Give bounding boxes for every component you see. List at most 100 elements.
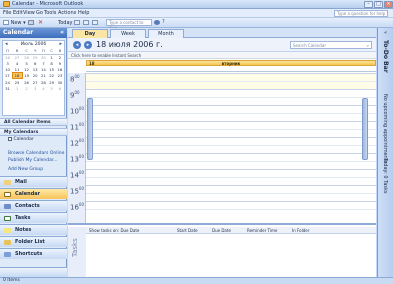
time-slot[interactable] — [86, 121, 376, 129]
mini-calendar-day[interactable]: 5 — [48, 85, 56, 91]
task-col-show-on[interactable]: Show tasks on: Due Date — [89, 228, 139, 233]
task-col-in-folder[interactable]: In Folder — [292, 228, 309, 233]
nav-notes-button[interactable]: Notes — [0, 224, 67, 235]
time-slot[interactable] — [86, 161, 376, 169]
find-contact-input[interactable]: Type a contact to find — [106, 19, 152, 31]
hour-minutes: 00 — [78, 170, 85, 175]
all-day-event-strip[interactable] — [86, 67, 376, 72]
maximize-button[interactable]: □ — [374, 1, 383, 8]
task-col-start-date[interactable]: Start Date — [177, 228, 198, 233]
collapse-chevron-icon[interactable]: « — [60, 28, 64, 38]
time-slot[interactable] — [86, 193, 376, 201]
mini-calendar-day[interactable]: 6 — [56, 85, 64, 91]
day-header-bar[interactable]: 18 вторник — [86, 60, 376, 66]
time-slot[interactable] — [86, 169, 376, 177]
mini-calendar-header: ◂ Июль 2006 ▸ — [3, 41, 64, 48]
help-search-input[interactable]: Type a question for help — [334, 10, 388, 17]
nav-tasks-label: Tasks — [15, 215, 31, 221]
window-title: Calendar - Microsoft Outlook — [12, 1, 84, 7]
to-do-bar-title[interactable]: To-Do Bar — [382, 40, 389, 73]
time-slot[interactable] — [86, 81, 376, 89]
add-new-group-link[interactable]: Add New Group — [0, 166, 67, 173]
forward-arrow-icon[interactable]: ▸ — [84, 41, 92, 49]
menu-file[interactable]: File — [3, 10, 11, 16]
daily-task-list: Tasks Show tasks on: Due Date Start Date… — [68, 223, 376, 279]
prev-month-arrow-icon[interactable]: ◂ — [5, 41, 8, 48]
day-header: 18 вторник — [86, 59, 376, 73]
tab-day[interactable]: Day — [72, 29, 108, 38]
delete-button[interactable]: ✕ — [38, 19, 44, 27]
calendar-month-icon — [92, 20, 98, 25]
task-col-reminder-time[interactable]: Reminder Time — [247, 228, 277, 233]
tab-week[interactable]: Week — [110, 29, 146, 38]
time-slot[interactable] — [86, 89, 376, 97]
mini-calendar-day[interactable]: 3 — [31, 85, 39, 91]
all-calendar-items-dropdown[interactable]: All Calendar Items — [0, 118, 67, 126]
to-do-bar-expand-icon[interactable]: « — [384, 30, 387, 36]
nav-tasks-button[interactable]: Tasks — [0, 212, 67, 223]
browse-calendars-link[interactable]: Browse Calendars Online — [0, 150, 67, 157]
menu-go[interactable]: Go — [36, 10, 43, 16]
time-slot[interactable] — [86, 145, 376, 153]
menu-view[interactable]: View — [23, 10, 35, 16]
new-button[interactable]: New ▾ — [3, 19, 26, 27]
month-view-button[interactable] — [92, 19, 98, 27]
hour-minutes: 00 — [78, 186, 85, 191]
time-slot[interactable] — [86, 73, 376, 81]
help-button[interactable]: ? — [162, 19, 168, 27]
time-slot[interactable] — [86, 137, 376, 145]
mini-calendar-day[interactable]: 31 — [3, 85, 12, 91]
outlook-app-icon — [3, 1, 10, 7]
mini-calendar-day[interactable]: 4 — [39, 85, 47, 91]
today-button[interactable]: Today — [58, 19, 72, 27]
minimize-button[interactable]: – — [364, 1, 373, 8]
my-calendars-header[interactable]: My Calendars — [0, 128, 67, 136]
next-month-arrow-icon[interactable]: ▸ — [59, 41, 62, 48]
address-book-button[interactable] — [154, 19, 160, 27]
time-slot[interactable] — [86, 177, 376, 185]
nav-calendar-button[interactable]: Calendar — [0, 188, 67, 199]
calendar-checkbox-item[interactable]: Calendar — [0, 136, 67, 143]
menu-tools[interactable]: Tools — [44, 10, 56, 16]
time-slot[interactable] — [86, 209, 376, 217]
time-slot[interactable] — [86, 105, 376, 113]
tab-month[interactable]: Month — [148, 29, 184, 38]
day-view-button[interactable] — [74, 19, 80, 27]
menu-actions[interactable]: Actions — [58, 10, 76, 16]
nav-pane-bottom-strip[interactable] — [0, 267, 67, 277]
nav-folder-list-button[interactable]: Folder List — [0, 236, 67, 247]
nav-contacts-button[interactable]: Contacts — [0, 200, 67, 211]
previous-appointment-handle[interactable] — [87, 98, 93, 160]
time-slot[interactable] — [86, 97, 376, 105]
back-arrow-icon[interactable]: ◂ — [73, 41, 81, 49]
time-slot[interactable] — [86, 201, 376, 209]
time-column: 800 900 1000 1100 1200 1300 1400 1500 1600 — [68, 73, 86, 223]
week-view-button[interactable] — [83, 19, 89, 27]
instant-search-info-bar[interactable]: Click here to enable Instant Search — [68, 52, 376, 59]
hour-number: 10 — [70, 107, 79, 116]
calendar-checkbox[interactable] — [8, 136, 12, 141]
day-grid[interactable] — [86, 73, 376, 223]
hour-number: 14 — [70, 171, 79, 180]
menu-bar: File Edit View Go Tools Actions Help Typ… — [0, 9, 393, 18]
publish-calendar-link[interactable]: Publish My Calendar... — [0, 157, 67, 164]
task-col-due-date[interactable]: Due Date — [212, 228, 231, 233]
nav-shortcuts-button[interactable]: Shortcuts — [0, 248, 67, 259]
time-slot[interactable] — [86, 113, 376, 121]
nav-mail-button[interactable]: Mail — [0, 176, 67, 187]
mini-calendar-day[interactable]: 2 — [22, 85, 31, 91]
search-calendar-input[interactable]: Search Calendar ⌕ — [290, 41, 372, 49]
menu-help[interactable]: Help — [78, 10, 89, 16]
hour-label: 900 — [70, 90, 80, 99]
nav-mail-label: Mail — [15, 179, 27, 185]
print-button[interactable] — [28, 19, 34, 27]
menu-edit[interactable]: Edit — [13, 10, 23, 16]
mini-calendar-day[interactable]: 1 — [12, 85, 22, 91]
time-slot[interactable] — [86, 185, 376, 193]
next-appointment-handle[interactable] — [362, 98, 368, 160]
time-slot[interactable] — [86, 153, 376, 161]
search-icon[interactable]: ⌕ — [367, 42, 369, 49]
time-slot[interactable] — [86, 129, 376, 137]
hour-minutes: 00 — [74, 90, 80, 95]
close-button[interactable]: × — [384, 1, 393, 8]
